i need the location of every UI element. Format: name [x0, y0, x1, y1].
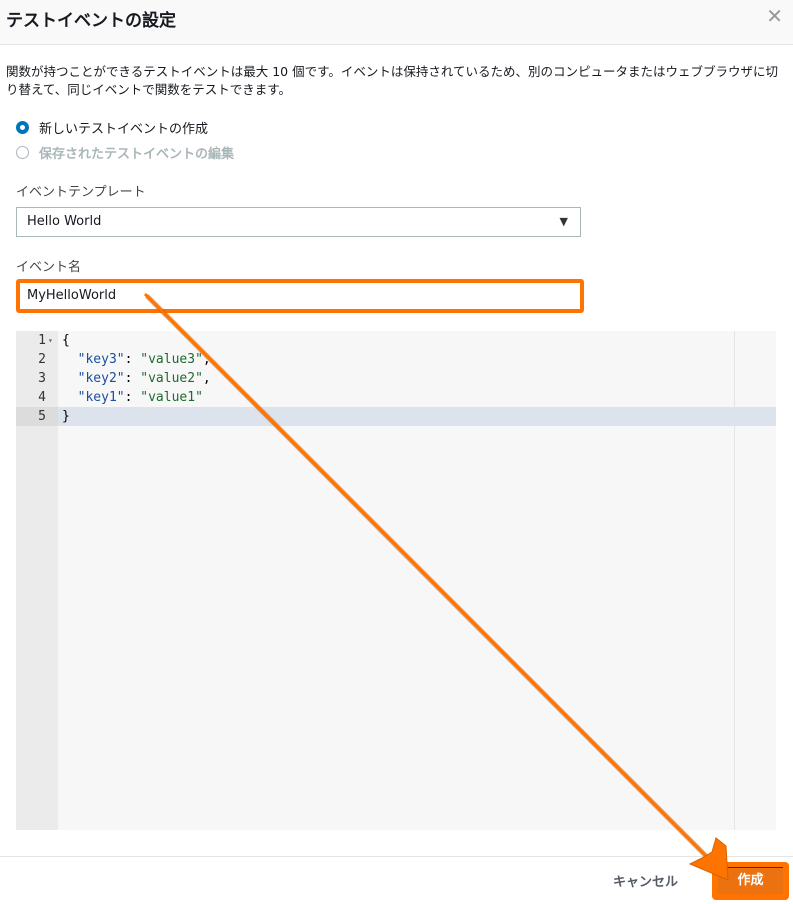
close-icon[interactable]: ✕	[766, 4, 783, 28]
comma: ,	[202, 352, 211, 367]
json-value: "value3"	[140, 352, 203, 367]
event-name-label: イベント名	[16, 260, 82, 275]
caret-down-icon: ▼	[559, 215, 568, 228]
template-value: Hello World	[27, 214, 102, 229]
code-line: 2 "key3": "value3",	[16, 350, 776, 369]
template-label: イベントテンプレート	[16, 185, 146, 200]
code-text: }	[62, 409, 70, 424]
code-line-active: 5}	[16, 407, 776, 426]
line-number: 3	[38, 371, 46, 386]
code-line: 1 ▾ {	[16, 331, 776, 350]
json-key: "key2"	[77, 371, 125, 386]
radio-label: 新しいテストイベントの作成	[39, 122, 209, 137]
dialog-header: テストイベントの設定 ✕	[0, 0, 793, 45]
line-number: 1	[38, 333, 46, 348]
json-editor[interactable]: 1 ▾ { 2 "key3": "value3", 3 "key2": "value…	[16, 331, 776, 830]
radio-label: 保存されたテストイベントの編集	[39, 147, 235, 162]
fold-icon[interactable]: ▾	[48, 331, 53, 350]
description: 関数が持つことができるテストイベントは最大 10 個です。イベントは保持されてい…	[6, 64, 778, 97]
code-text: "key2": "value2",	[77, 371, 211, 386]
json-value: "value2"	[140, 371, 203, 386]
dialog-footer	[0, 856, 793, 857]
line-number: 2	[38, 352, 46, 367]
event-name-input[interactable]: MyHelloWorld	[16, 279, 584, 313]
radio-selected-icon	[16, 121, 29, 134]
code-text: "key1": "value1"	[77, 390, 203, 405]
json-key: "key1"	[77, 390, 125, 405]
template-select[interactable]: Hello World ▼	[16, 207, 581, 237]
line-number: 4	[38, 390, 46, 405]
dialog-title: テストイベントの設定	[6, 11, 176, 31]
json-key: "key3"	[77, 352, 125, 367]
code-line: 4 "key1": "value1"	[16, 388, 776, 407]
comma: ,	[202, 371, 211, 386]
radio-edit-saved[interactable]: 保存されたテストイベントの編集	[16, 143, 234, 162]
code-text: {	[62, 333, 70, 348]
radio-create-new[interactable]: 新しいテストイベントの作成	[16, 118, 208, 137]
radio-unselected-icon	[16, 146, 29, 159]
line-number: 5	[16, 407, 58, 426]
code-line: 3 "key2": "value2",	[16, 369, 776, 388]
json-value: "value1"	[140, 390, 203, 405]
cancel-button[interactable]: キャンセル	[613, 871, 678, 890]
code-text: "key3": "value3",	[77, 352, 211, 367]
create-label: 作成	[718, 867, 783, 894]
create-button[interactable]: 作成	[712, 862, 789, 900]
